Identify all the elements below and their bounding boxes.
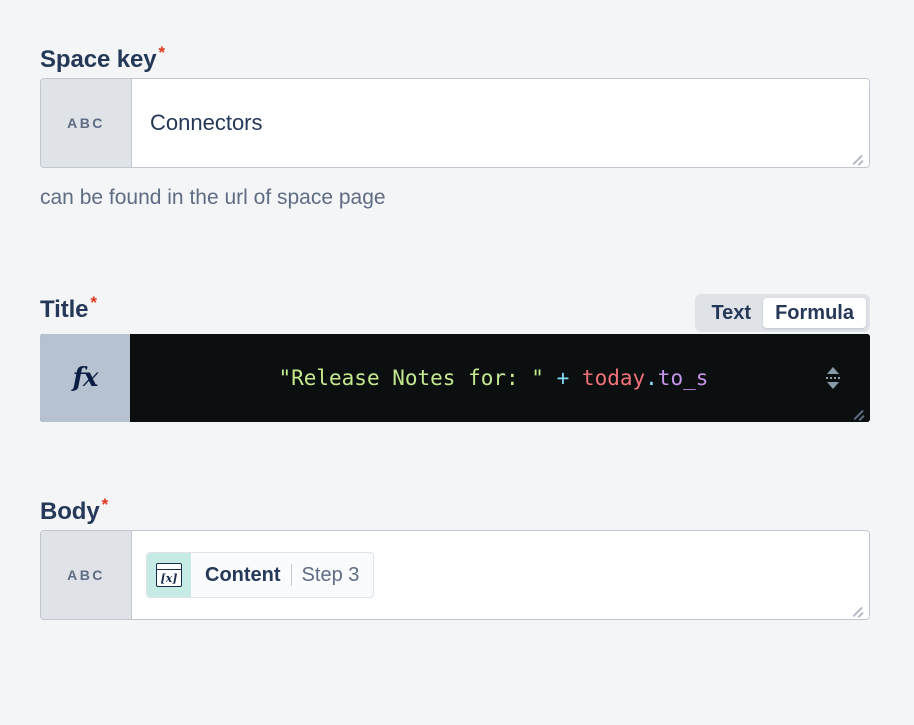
abc-text-icon: ABC [41,531,132,619]
token-space-1 [544,366,557,390]
title-label-row: Title* Text Formula [40,294,870,328]
up-down-resize-icon[interactable] [822,361,844,395]
space-key-input-shell[interactable]: ABC Connectors [40,78,870,168]
token-dot: . [645,366,658,390]
field-space-key: Space key* ABC Connectors can be found i… [40,44,870,211]
body-required-asterisk: * [102,495,109,514]
title-required-asterisk: * [90,293,97,312]
token-variable: today [582,366,645,390]
field-body: Body* ABC [x] Content Step 3 [40,496,870,620]
resize-grip-icon[interactable] [850,403,866,419]
token-operator: + [557,366,570,390]
resize-grip-icon[interactable] [849,148,865,164]
variable-token-icon: [x] [147,553,191,597]
title-code-input[interactable]: "Release Notes for: " + today.to_s [130,334,870,422]
title-mode-toggle[interactable]: Text Formula [695,294,870,332]
body-input-shell[interactable]: ABC [x] Content Step 3 [40,530,870,620]
variable-chip-step: Step 3 [302,564,360,587]
body-label-text: Body [40,498,100,525]
space-key-value: Connectors [150,109,263,137]
token-space-2 [569,366,582,390]
title-label: Title* [40,294,97,325]
variable-chip-text: Content Step 3 [191,553,373,597]
space-key-label-text: Space key [40,46,157,73]
space-key-label-row: Space key* [40,44,870,78]
variable-chip-name: Content [205,564,281,587]
space-key-required-asterisk: * [159,43,166,62]
abc-text-icon: ABC [41,79,132,167]
field-title: Title* Text Formula fx "Release Notes fo… [40,294,870,422]
title-label-text: Title [40,296,88,323]
space-key-input[interactable]: Connectors [132,79,869,167]
title-formula-editor[interactable]: fx "Release Notes for: " + today.to_s [40,334,870,422]
variable-token-icon-shape: [x] [156,563,182,587]
form-page: Space key* ABC Connectors can be found i… [0,0,914,725]
toggle-option-text[interactable]: Text [699,298,763,328]
variable-chip-separator [291,564,292,586]
title-formula-code: "Release Notes for: " + today.to_s [152,339,708,417]
resize-grip-icon[interactable] [849,600,865,616]
body-input[interactable]: [x] Content Step 3 [132,531,869,619]
space-key-help-text: can be found in the url of space page [40,185,870,211]
toggle-option-formula[interactable]: Formula [763,298,866,328]
body-label-row: Body* [40,496,870,530]
fx-formula-icon: fx [40,334,130,422]
fx-glyph: fx [73,363,98,393]
body-label: Body* [40,496,108,527]
token-string: "Release Notes for: " [278,366,544,390]
space-key-label: Space key* [40,44,165,75]
token-method: to_s [658,366,709,390]
variable-token-icon-glyph: [x] [157,570,181,586]
variable-chip-content[interactable]: [x] Content Step 3 [146,552,374,598]
